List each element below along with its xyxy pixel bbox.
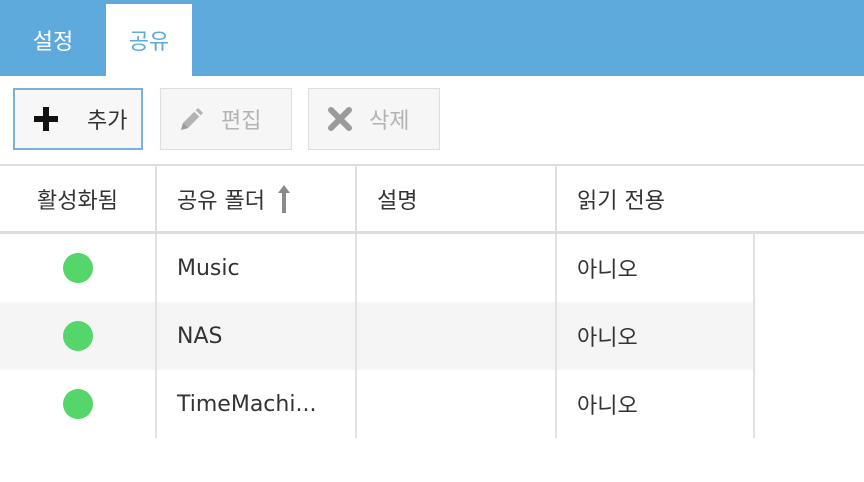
- column-header-label: 활성화됨: [37, 188, 118, 214]
- add-button[interactable]: 추가: [13, 88, 143, 150]
- top-tab-bar: 설정 공유: [0, 0, 864, 76]
- column-header-description[interactable]: 설명: [355, 166, 555, 231]
- tab-settings[interactable]: 설정: [0, 0, 106, 76]
- description-cell: [355, 234, 555, 302]
- status-dot: [62, 253, 93, 283]
- table-row[interactable]: TimeMachi... 아니오: [0, 370, 755, 438]
- readonly-cell: 아니오: [555, 302, 755, 370]
- description-cell: [355, 302, 555, 370]
- table-row[interactable]: Music 아니오: [0, 234, 755, 302]
- edit-button-label: 편집: [221, 109, 262, 134]
- add-button-label: 추가: [87, 109, 128, 134]
- column-header-folder[interactable]: 공유 폴더: [155, 166, 355, 231]
- column-header-label: 공유 폴더: [177, 188, 265, 214]
- enabled-cell: [0, 234, 155, 302]
- delete-button[interactable]: 삭제: [308, 88, 440, 150]
- tab-share[interactable]: 공유: [106, 4, 192, 76]
- folder-cell: NAS: [155, 302, 355, 370]
- table-row[interactable]: NAS 아니오: [0, 302, 755, 370]
- enabled-cell: [0, 302, 155, 370]
- readonly-cell: 아니오: [555, 234, 755, 302]
- enabled-cell: [0, 370, 155, 438]
- column-header-readonly[interactable]: 읽기 전용: [555, 166, 864, 231]
- status-dot: [62, 389, 93, 419]
- column-header-label: 설명: [377, 188, 418, 214]
- arrow-up-icon: [277, 184, 291, 214]
- folder-cell: TimeMachi...: [155, 370, 355, 438]
- edit-button[interactable]: 편집: [160, 88, 292, 150]
- plus-icon: [31, 104, 61, 134]
- table-header: 활성화됨 공유 폴더 설명 읽기 전용: [0, 164, 864, 234]
- column-header-enabled[interactable]: 활성화됨: [0, 166, 155, 231]
- column-header-label: 읽기 전용: [577, 188, 665, 214]
- delete-button-label: 삭제: [369, 109, 410, 134]
- pencil-icon: [177, 104, 207, 134]
- status-dot: [62, 321, 93, 351]
- readonly-cell: 아니오: [555, 370, 755, 438]
- x-icon: [325, 104, 355, 134]
- folder-cell: Music: [155, 234, 355, 302]
- description-cell: [355, 370, 555, 438]
